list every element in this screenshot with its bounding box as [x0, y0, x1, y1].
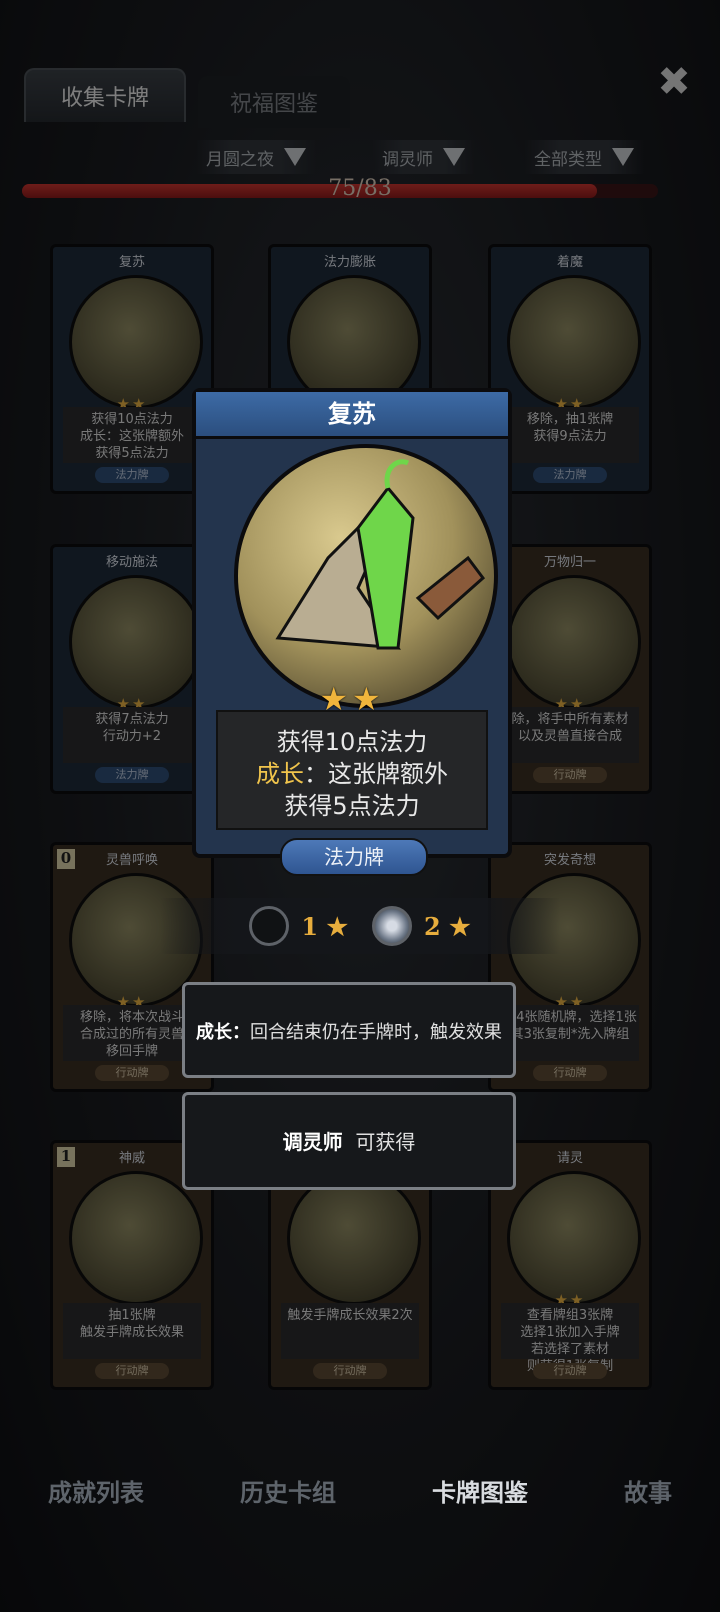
level-radio-selected	[372, 906, 412, 946]
level-num: 2 ★	[424, 911, 471, 941]
tooltip-obtain-text: 可获得	[355, 1130, 416, 1154]
nav-achievements[interactable]: 成就列表	[48, 1473, 144, 1508]
level-num: 1 ★	[301, 911, 348, 941]
popup-description: 获得10点法力 成长：这张牌额外 获得5点法力	[216, 710, 488, 830]
popup-desc-line2-rest: ：这张牌额外	[304, 760, 448, 788]
bottom-nav: 成就列表 历史卡组 卡牌图鉴 故事	[0, 1460, 720, 1520]
tooltip-grow-text: 回合结束仍在手牌时，触发效果	[250, 1022, 502, 1043]
card-frame: 复苏 ★★ 获得10点法力 成长：这张牌额外 获得5点法力	[192, 388, 512, 858]
nav-story[interactable]: 故事	[624, 1473, 672, 1508]
popup-desc-line1: 获得10点法力	[276, 728, 428, 756]
popup-desc-line2: 成长：这张牌额外	[218, 758, 486, 790]
popup-desc-line3: 获得5点法力	[284, 792, 420, 820]
nav-card-compendium[interactable]: 卡牌图鉴	[432, 1473, 528, 1508]
level-2-option[interactable]: 2 ★	[372, 906, 471, 946]
level-1-option[interactable]: 1 ★	[249, 906, 348, 946]
star-level-selector: 1 ★ 2 ★	[160, 898, 560, 954]
popup-card-art	[234, 444, 498, 708]
tooltip-grow-label: 成长：	[196, 1022, 250, 1043]
popup-card-type: 法力牌	[280, 838, 428, 876]
grow-keyword[interactable]: 成长	[256, 760, 304, 788]
obtain-tooltip: 调灵师 可获得	[182, 1092, 516, 1190]
popup-card-name: 复苏	[196, 392, 508, 439]
card-detail-popup: 复苏 ★★ 获得10点法力 成长：这张牌额外 获得5点法力 法力牌	[184, 388, 520, 882]
nav-history-decks[interactable]: 历史卡组	[240, 1473, 336, 1508]
level-radio	[249, 906, 290, 946]
tooltip-class-name: 调灵师	[282, 1130, 343, 1154]
grow-tooltip: 成长：回合结束仍在手牌时，触发效果	[182, 982, 516, 1078]
